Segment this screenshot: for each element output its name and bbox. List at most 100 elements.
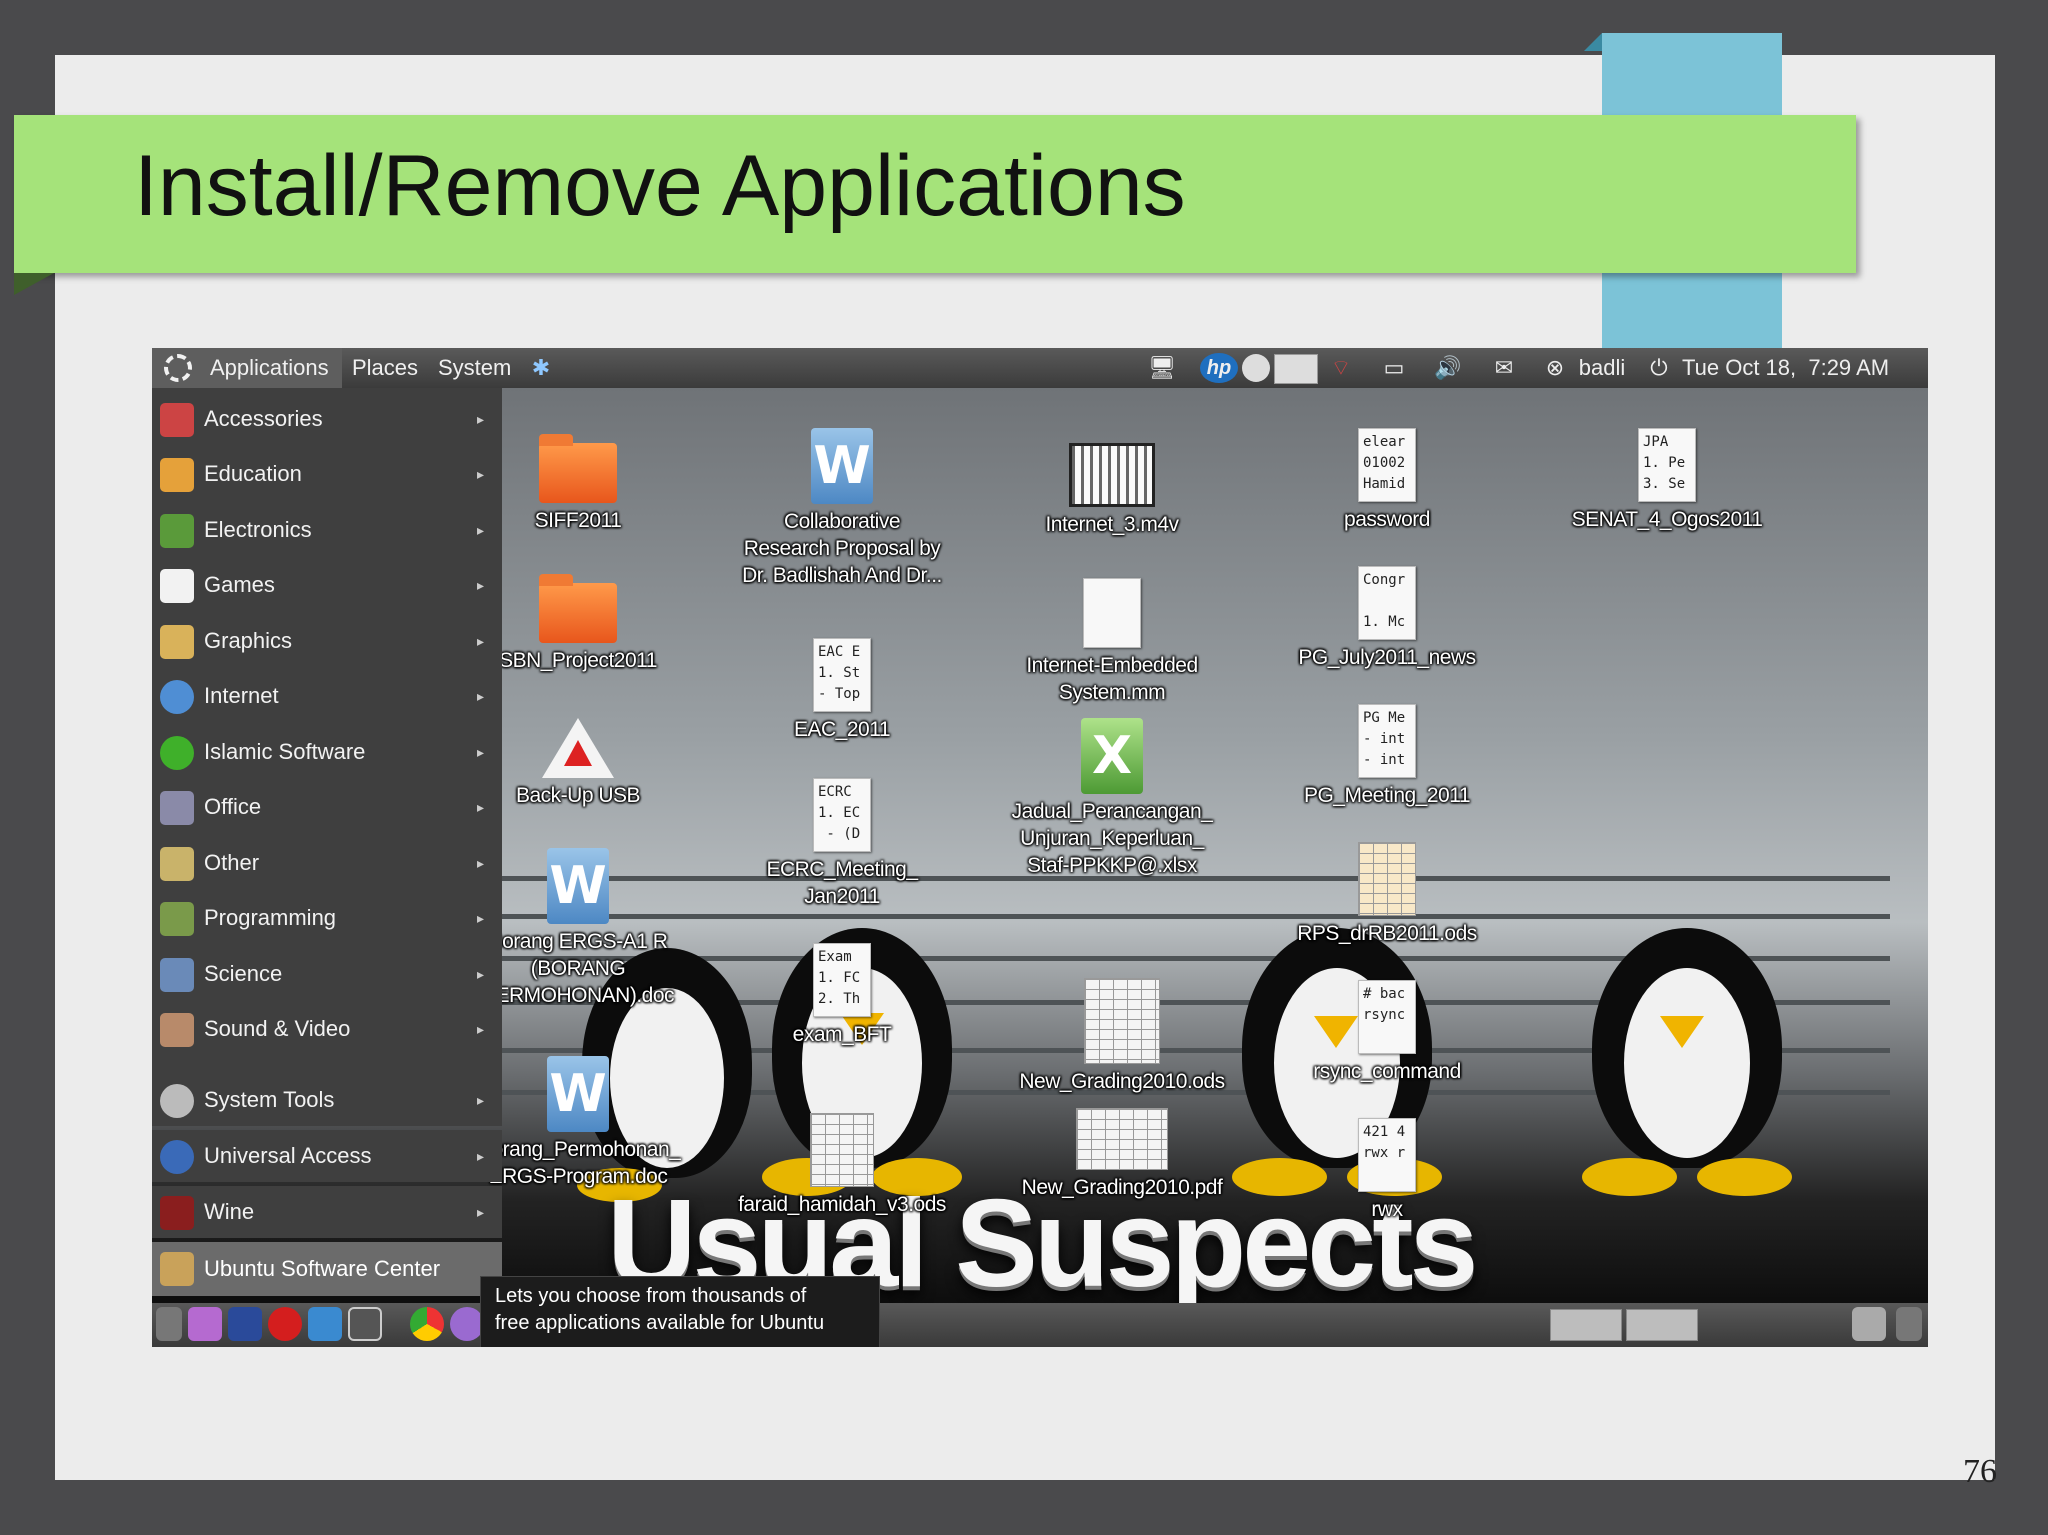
menu-item-education[interactable]: Education ▸ xyxy=(152,448,502,500)
show-desktop-icon[interactable] xyxy=(188,1307,222,1341)
submenu-arrow-icon: ▸ xyxy=(477,1021,485,1037)
desktop-icon-borang-permohonan[interactable]: W Borang_Permohonan_ ERGS-Program.doc xyxy=(478,1056,681,1190)
menu-item-office[interactable]: Office ▸ xyxy=(152,781,502,833)
desktop-icon-jadual[interactable]: X Jadual_Perancangan_ Unjuran_Keperluan_… xyxy=(992,718,1232,879)
bottom-panel xyxy=(152,1303,1928,1347)
menu-item-ubuntu-software-center[interactable]: Ubuntu Software Center xyxy=(152,1242,502,1296)
menu-item-science[interactable]: Science ▸ xyxy=(152,948,502,1000)
desktop-icon-rsync-command[interactable]: # bac rsync rsync_command xyxy=(1267,980,1507,1085)
accessories-icon xyxy=(160,403,194,437)
desktop-icon-password[interactable]: elear 01002 Hamid password xyxy=(1287,428,1487,533)
desktop-icon-exam-bft[interactable]: Exam 1. FC 2. Th exam_BFT xyxy=(742,943,942,1048)
tooltip: Lets you choose from thousands of free a… xyxy=(480,1276,880,1347)
hp-icon[interactable]: hp xyxy=(1200,353,1238,383)
opera-icon[interactable] xyxy=(268,1307,302,1341)
text-document-icon xyxy=(1083,578,1141,648)
desktop-icon-new-grading-pdf[interactable]: New_Grading2010.pdf xyxy=(1002,1108,1242,1201)
text-document-icon: # bac rsync xyxy=(1358,980,1416,1054)
submenu-arrow-icon: ▸ xyxy=(477,910,485,926)
word-document-icon: W xyxy=(811,428,873,504)
menu-item-wine[interactable]: Wine ▸ xyxy=(152,1186,502,1238)
folder-icon xyxy=(539,574,617,643)
ubuntu-screenshot: Usual Suspects SIFF2011 SBN_Project2011 … xyxy=(152,348,1928,1347)
text-document-icon: Exam 1. FC 2. Th xyxy=(813,943,871,1017)
folder-icon xyxy=(539,434,617,503)
desktop-icon-faraid[interactable]: faraid_hamidah_v3.ods xyxy=(712,1113,972,1218)
desktop-icon-internet-embedded[interactable]: Internet-Embedded System.mm xyxy=(1002,578,1222,706)
submenu-arrow-icon: ▸ xyxy=(477,522,485,538)
menu-item-programming[interactable]: Programming ▸ xyxy=(152,892,502,944)
user-icon[interactable]: ⊗ xyxy=(1540,354,1570,382)
penguin-illustration xyxy=(1572,928,1802,1198)
pdf-document-icon xyxy=(1076,1108,1168,1170)
menu-applications[interactable]: Applications xyxy=(152,348,342,388)
text-document-icon: Congr 1. Mc xyxy=(1358,566,1416,640)
islamic-software-icon xyxy=(160,736,194,770)
menu-item-graphics[interactable]: Graphics ▸ xyxy=(152,615,502,667)
update-manager-icon[interactable]: ✱ xyxy=(524,354,558,382)
menu-item-accessories[interactable]: Accessories ▸ xyxy=(152,393,502,445)
system-tools-icon xyxy=(160,1084,194,1118)
electronics-icon xyxy=(160,514,194,548)
volume-icon[interactable]: 🔊 xyxy=(1428,354,1468,382)
menu-item-internet[interactable]: Internet ▸ xyxy=(152,670,502,722)
software-center-icon xyxy=(160,1252,194,1286)
wifi-icon[interactable]: ⌔ xyxy=(1324,354,1358,382)
network-manager-icon[interactable]: 🖥 xyxy=(1142,354,1182,382)
user-name[interactable]: badli xyxy=(1572,354,1632,382)
menu-item-games[interactable]: Games ▸ xyxy=(152,559,502,611)
submenu-arrow-icon: ▸ xyxy=(477,1148,485,1164)
desktop-icon-senat-4-ogos2011[interactable]: JPA 1. Pe 3. Se SENAT_4_Ogos2011 xyxy=(1547,428,1787,533)
terminal-icon[interactable] xyxy=(348,1307,382,1341)
trash-icon[interactable] xyxy=(1852,1307,1886,1341)
text-document-icon: JPA 1. Pe 3. Se xyxy=(1638,428,1696,502)
desktop-icon-eac-2011[interactable]: EAC E 1. St - Top EAC_2011 xyxy=(742,638,942,743)
menu-item-electronics[interactable]: Electronics ▸ xyxy=(152,504,502,556)
desktop-icon-sbn-project2011[interactable]: SBN_Project2011 xyxy=(478,574,678,674)
desktop-icon-pg-july2011-news[interactable]: Congr 1. Mc PG_July2011_news xyxy=(1267,566,1507,671)
desktop-icon-siff2011[interactable]: SIFF2011 xyxy=(478,434,678,534)
menu-item-other[interactable]: Other ▸ xyxy=(152,837,502,889)
mail-icon[interactable]: ✉ xyxy=(1486,354,1522,382)
keyboard-icon[interactable] xyxy=(1274,354,1318,384)
submenu-arrow-icon: ▸ xyxy=(477,577,485,593)
menu-item-universal-access[interactable]: Universal Access ▸ xyxy=(152,1130,502,1182)
menu-places[interactable]: Places xyxy=(344,348,426,388)
desktop-icon-borang-ergs[interactable]: W Borang ERGS-A1 R (BORANG PERMOHONAN).d… xyxy=(478,848,678,1009)
menu-item-system-tools[interactable]: System Tools ▸ xyxy=(152,1074,502,1126)
spreadsheet-icon xyxy=(810,1113,874,1187)
power-icon[interactable]: ⏻ xyxy=(1644,354,1674,382)
desktop-icon-rps-drrb2011[interactable]: RPS_drRB2011.ods xyxy=(1267,842,1507,947)
window-button[interactable] xyxy=(1550,1309,1622,1341)
chrome-icon[interactable] xyxy=(410,1307,444,1341)
science-icon xyxy=(160,958,194,992)
submenu-arrow-icon: ▸ xyxy=(477,1092,485,1108)
applications-menu: Accessories ▸ Education ▸ Electronics ▸ … xyxy=(152,388,502,1076)
pidgin-icon[interactable] xyxy=(450,1307,484,1341)
desktop-icon-pg-meeting-2011[interactable]: PG Me - int - int PG_Meeting_2011 xyxy=(1267,704,1507,809)
menu-item-sound-video[interactable]: Sound & Video ▸ xyxy=(152,1003,502,1055)
menu-item-islamic-software[interactable]: Islamic Software ▸ xyxy=(152,726,502,778)
desktop-icon-backup-usb[interactable]: Back-Up USB xyxy=(478,718,678,809)
desktop-icon-rwx[interactable]: 421 4 rwx r rwx xyxy=(1287,1118,1487,1223)
top-panel: Applications Places System ✱ 🖥 hp ⌔ ▭ 🔊 … xyxy=(152,348,1928,388)
desktop-icon-internet-3-m4v[interactable]: Internet_3.m4v xyxy=(1012,443,1212,538)
menu-system[interactable]: System xyxy=(430,348,519,388)
window-button[interactable] xyxy=(1626,1309,1698,1341)
desktop-icon-new-grading-ods[interactable]: New_Grading2010.ods xyxy=(1002,978,1242,1095)
desktop-icon-ecrc-meeting[interactable]: ECRC 1. EC - (D ECRC_Meeting_ Jan2011 xyxy=(742,778,942,910)
text-document-icon: EAC E 1. St - Top xyxy=(813,638,871,712)
clock-icon[interactable] xyxy=(1242,354,1270,382)
wallpaper-line xyxy=(492,914,1890,919)
launcher-icon[interactable] xyxy=(308,1307,342,1341)
submenu-arrow-icon: ▸ xyxy=(477,688,485,704)
scroll-left-icon[interactable] xyxy=(156,1307,182,1341)
scroll-right-icon[interactable] xyxy=(1896,1307,1922,1341)
submenu-arrow-icon: ▸ xyxy=(477,466,485,482)
games-icon xyxy=(160,569,194,603)
clock-datetime[interactable]: Tue Oct 18, 7:29 AM xyxy=(1682,354,1928,382)
word-document-icon: W xyxy=(547,1056,609,1132)
battery-icon[interactable]: ▭ xyxy=(1374,354,1414,382)
google-icon[interactable] xyxy=(228,1307,262,1341)
desktop-icon-collaborative-proposal[interactable]: W Collaborative Research Proposal by Dr.… xyxy=(722,428,962,589)
